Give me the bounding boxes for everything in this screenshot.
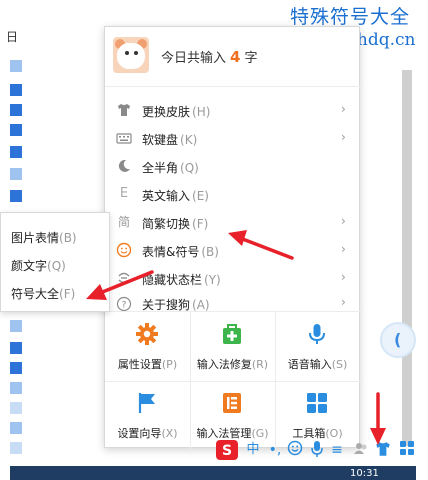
menu-item-label: 简繁切换 xyxy=(142,217,191,231)
chevron-right-icon: › xyxy=(341,214,346,228)
background-text: 日 xyxy=(6,30,19,44)
user-tray-icon[interactable] xyxy=(352,440,370,460)
menu-item-shortcut: (F) xyxy=(192,217,209,231)
moon-icon xyxy=(116,158,132,174)
avatar[interactable] xyxy=(113,37,149,73)
menu-item-shortcut: (H) xyxy=(192,105,211,119)
grid-shortcut: (R) xyxy=(251,358,269,371)
sogou-logo-icon[interactable]: S xyxy=(216,440,238,460)
menu-item-soft-keyboard[interactable]: 软键盘 (K) › xyxy=(105,125,361,153)
submenu-item-symbols[interactable]: 符号大全(F) xyxy=(1,279,111,307)
shirt-icon xyxy=(116,102,132,118)
menu-item-label: 表情&符号 xyxy=(142,245,200,259)
submenu-item-label: 颜文字 xyxy=(11,259,48,273)
menu-item-full-half-width[interactable]: 全半角 (Q) xyxy=(105,153,361,181)
keyboard-icon xyxy=(116,130,132,146)
menu-item-emoji-symbols[interactable]: 表情&符号 (B) › xyxy=(105,237,361,265)
grid-label: 输入法修复 xyxy=(196,358,252,371)
menu-item-label: 全半角 xyxy=(142,161,179,175)
grid-shortcut: (G) xyxy=(251,427,269,440)
submenu-item-image-emoji[interactable]: 图片表情(B) xyxy=(1,223,111,251)
submenu-item-label: 符号大全 xyxy=(11,287,60,301)
grid-label: 设置向导 xyxy=(117,427,162,440)
grid-shortcut: (X) xyxy=(161,427,178,440)
scrollbar[interactable] xyxy=(402,70,412,446)
chevron-right-icon: › xyxy=(341,270,346,284)
grid-properties-settings[interactable]: 属性设置(P) xyxy=(105,312,190,381)
flag-icon xyxy=(135,391,159,415)
smiley-tray-icon[interactable] xyxy=(286,440,304,460)
menu-item-shortcut: (Y) xyxy=(204,273,221,287)
chinese-mode-icon[interactable]: 中 xyxy=(244,440,262,460)
grid-label: 输入法管理 xyxy=(196,427,252,440)
menu-item-english-input[interactable]: E 英文输入 (E) xyxy=(105,181,361,209)
menu-item-label: 英文输入 xyxy=(142,189,191,203)
menu-item-shortcut: (E) xyxy=(192,189,209,203)
grid-label: 工具箱 xyxy=(292,427,326,440)
microphone-icon xyxy=(305,322,329,346)
smiley-icon xyxy=(116,242,132,258)
grid-shortcut: (S) xyxy=(331,358,348,371)
taskbar-clock: 10:31 xyxy=(350,468,379,479)
shirt-tray-icon[interactable] xyxy=(374,440,392,460)
manage-icon xyxy=(220,391,244,415)
submenu-item-label: 图片表情 xyxy=(11,231,60,245)
gear-icon xyxy=(135,322,159,346)
traditional-icon: 简 xyxy=(117,215,130,229)
submenu-item-shortcut: (B) xyxy=(59,231,77,245)
menu-item-skin[interactable]: 更换皮肤 (H) › xyxy=(105,97,361,125)
submenu-item-kaomoji[interactable]: 颜文字(Q) xyxy=(1,251,111,279)
menu-item-label: 软键盘 xyxy=(142,133,179,147)
ime-status-bar: S 中 •, ≡ xyxy=(214,440,420,462)
grid-label: 属性设置 xyxy=(117,358,162,371)
chevron-right-icon: › xyxy=(341,242,346,256)
menu-item-label: 关于搜狗 xyxy=(142,298,191,312)
watermark-title: 特殊符号大全 xyxy=(290,6,411,28)
stats-suffix: 字 xyxy=(244,51,258,66)
menu-header: 今日共输入 4 字 xyxy=(105,27,361,87)
submenu-item-shortcut: (Q) xyxy=(47,259,66,273)
menu-item-label: 更换皮肤 xyxy=(142,105,191,119)
submenu-item-shortcut: (F) xyxy=(59,287,76,301)
menu-item-simplified-traditional[interactable]: 简 简繁切换 (F) › xyxy=(105,209,361,237)
floating-button[interactable]: ( xyxy=(380,322,416,358)
grid-input-repair[interactable]: 输入法修复(R) xyxy=(190,312,275,381)
svg-text:?: ? xyxy=(122,301,127,311)
repair-icon xyxy=(220,322,244,346)
toolbox-icon xyxy=(305,391,329,415)
menu-item-shortcut: (A) xyxy=(192,298,210,312)
daily-input-stats: 今日共输入 4 字 xyxy=(161,47,257,66)
chevron-right-icon: › xyxy=(341,295,346,309)
sogou-context-menu: 今日共输入 4 字 更换皮肤 (H) › 软键盘 (K) › 全半角 (Q) E 英文输入… xyxy=(104,26,361,450)
grid-setup-wizard[interactable]: 设置向导(X) xyxy=(105,381,190,450)
menu-item-shortcut: (K) xyxy=(180,133,198,147)
grid-shortcut: (O) xyxy=(325,427,343,440)
chevron-right-icon: › xyxy=(341,102,346,116)
quick-tools-grid: 属性设置(P) 输入法修复(R) 语音输入(S) 设置向导(X) 输入法管理(G xyxy=(105,311,361,450)
punctuation-icon[interactable]: •, xyxy=(266,440,284,460)
stats-prefix: 今日共输入 xyxy=(161,51,227,66)
grid-voice-input[interactable]: 语音输入(S) xyxy=(275,312,360,381)
chevron-right-icon: › xyxy=(341,130,346,144)
grid-label: 语音输入 xyxy=(287,358,332,371)
microphone-tray-icon[interactable] xyxy=(308,440,326,460)
svg-text:S: S xyxy=(222,443,232,459)
menu-item-hide-statusbar[interactable]: 隐藏状态栏 (Y) › xyxy=(105,265,361,293)
menu-item-shortcut: (B) xyxy=(201,245,219,259)
emoji-submenu: 图片表情(B) 颜文字(Q) 符号大全(F) xyxy=(0,212,110,312)
menu-item-label: 隐藏状态栏 xyxy=(142,273,203,287)
help-icon: ? xyxy=(116,296,132,312)
toolbox-tray-icon[interactable] xyxy=(398,440,416,460)
grid-shortcut: (P) xyxy=(161,358,178,371)
english-icon: E xyxy=(119,186,129,201)
hide-icon xyxy=(116,270,132,286)
menu-tray-icon[interactable]: ≡ xyxy=(328,440,346,460)
stats-count: 4 xyxy=(230,48,241,66)
menu-item-shortcut: (Q) xyxy=(180,161,199,175)
